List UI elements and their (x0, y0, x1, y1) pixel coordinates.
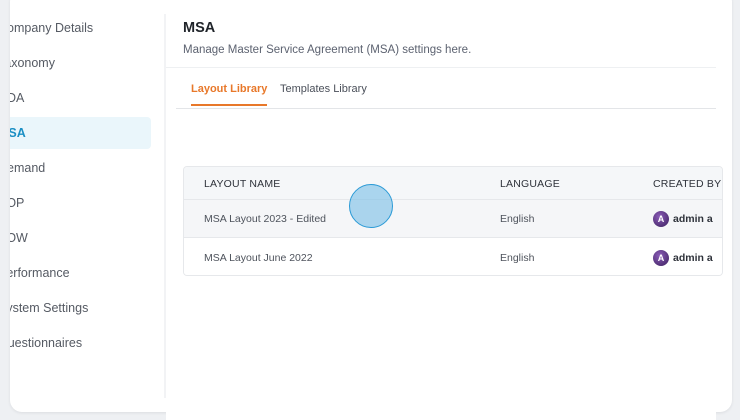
column-header-created-by[interactable]: CREATED BY (653, 178, 721, 190)
sidebar-item-label: MSA (10, 126, 26, 140)
sidebar-item-taxonomy[interactable]: Taxonomy (10, 47, 151, 79)
sidebar-item-demand[interactable]: Demand (10, 152, 151, 184)
sidebar-item-dda[interactable]: DDA (10, 82, 151, 114)
creator-name: admin a (673, 213, 713, 225)
cell-layout-name: MSA Layout 2023 - Edited (204, 213, 326, 225)
sidebar-item-sow[interactable]: SOW (10, 222, 151, 254)
layout-table: LAYOUT NAME LANGUAGE CREATED BY MSA Layo… (183, 166, 723, 276)
page-subtitle: Manage Master Service Agreement (MSA) se… (183, 44, 472, 56)
page-header: MSA Manage Master Service Agreement (MSA… (166, 10, 716, 68)
creator-name: admin a (673, 252, 713, 264)
sidebar-item-sop[interactable]: SOP (10, 187, 151, 219)
sidebar-item-label: Questionnaires (10, 336, 83, 350)
cell-created-by: A admin a (653, 211, 713, 227)
tab-templates-library[interactable]: Templates Library (280, 83, 367, 104)
sidebar-item-label: DDA (10, 91, 25, 105)
sidebar-item-label: System Settings (10, 301, 89, 315)
sidebar: Company Details Taxonomy DDA MSA Demand … (10, 0, 163, 400)
sidebar-item-questionnaires[interactable]: Questionnaires (10, 327, 151, 359)
cell-language: English (500, 213, 535, 225)
column-header-layout-name[interactable]: LAYOUT NAME (204, 178, 281, 190)
tab-layout-library[interactable]: Layout Library (191, 83, 268, 106)
table-row[interactable]: MSA Layout June 2022 English A admin a (184, 239, 722, 275)
table-row[interactable]: MSA Layout 2023 - Edited English A admin… (184, 200, 722, 238)
sidebar-item-msa[interactable]: MSA (10, 117, 151, 149)
sidebar-item-system-settings[interactable]: System Settings (10, 292, 151, 324)
sidebar-item-label: Demand (10, 161, 46, 175)
table-header: LAYOUT NAME LANGUAGE CREATED BY (184, 167, 722, 200)
column-header-language[interactable]: LANGUAGE (500, 178, 560, 190)
page-title: MSA (183, 20, 216, 36)
sidebar-item-label: Company Details (10, 21, 94, 35)
cursor-indicator (349, 184, 393, 228)
avatar-icon: A (653, 211, 669, 227)
sidebar-item-performance[interactable]: Performance (10, 257, 151, 289)
cell-created-by: A admin a (653, 250, 713, 266)
sidebar-item-label: Taxonomy (10, 56, 55, 70)
sidebar-item-label: SOW (10, 231, 28, 245)
cell-language: English (500, 252, 535, 264)
avatar-icon: A (653, 250, 669, 266)
sidebar-item-company-details[interactable]: Company Details (10, 12, 151, 44)
sidebar-item-label: Performance (10, 266, 70, 280)
cell-layout-name: MSA Layout June 2022 (204, 252, 313, 264)
sidebar-item-label: SOP (10, 196, 25, 210)
tab-bar: Layout Library Templates Library (176, 72, 716, 109)
